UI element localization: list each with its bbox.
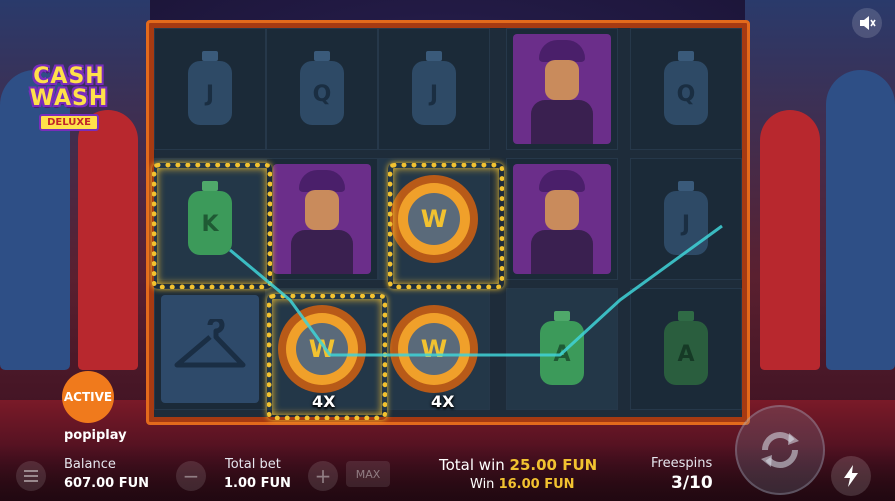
balance-value: 607.00 FUN <box>64 476 150 491</box>
total-bet-value: 1.00 FUN <box>224 476 291 491</box>
hamburger-menu-icon <box>24 470 38 482</box>
refresh-arrows-icon <box>761 432 799 468</box>
total-win-value: 25.00 FUN <box>509 456 598 474</box>
total-win: Total win 25.00 FUN <box>439 456 597 474</box>
multiplier-label: 4X <box>431 392 455 411</box>
minus-icon: − <box>182 464 200 488</box>
max-bet-button[interactable]: MAX <box>346 461 390 487</box>
status-badge: ACTIVE <box>62 371 114 423</box>
decrease-bet-button[interactable]: − <box>176 461 206 491</box>
total-bet-label: Total bet <box>225 457 281 472</box>
lightning-icon <box>844 465 858 487</box>
menu-button[interactable] <box>16 461 46 491</box>
freespins-label: Freespins <box>651 456 713 471</box>
spin-button[interactable] <box>735 405 825 495</box>
turbo-button[interactable] <box>831 456 871 496</box>
win: Win 16.00 FUN <box>470 477 575 492</box>
increase-bet-button[interactable]: + <box>308 461 338 491</box>
freespins-value: 3/10 <box>671 473 713 493</box>
win-value: 16.00 FUN <box>498 477 575 492</box>
multiplier-label: 4X <box>312 392 336 411</box>
total-win-label: Total win <box>439 456 505 474</box>
plus-icon: + <box>314 464 332 488</box>
win-label: Win <box>470 477 495 492</box>
provider-logo: popiplay <box>64 428 127 443</box>
balance-label: Balance <box>64 457 116 472</box>
